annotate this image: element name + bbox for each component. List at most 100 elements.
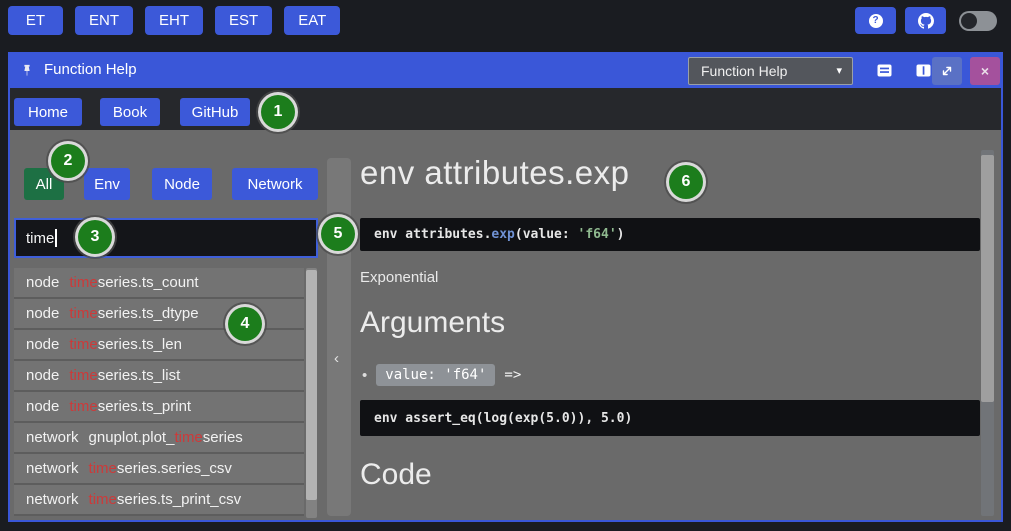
toggle-knob — [961, 13, 977, 29]
window-titlebar: Function Help Function Help ▾ × — [10, 54, 1001, 88]
annotation-circle-5: 5 — [321, 217, 355, 251]
search-value: time — [26, 230, 54, 247]
chevron-down-icon: ▾ — [836, 64, 842, 77]
help-topic-dropdown[interactable]: Function Help ▾ — [688, 57, 853, 85]
search-input[interactable]: time — [14, 218, 318, 258]
sig-part: ) — [617, 227, 625, 242]
match-highlight: time — [69, 398, 97, 415]
top-toolbar-right: ? — [855, 7, 997, 34]
sig-string: 'f64' — [578, 227, 617, 242]
top-toolbar: ET ENT EHT EST EAT — [8, 6, 340, 35]
result-row[interactable]: network timeseries.ts_print_csv — [14, 485, 304, 516]
annotation-circle-2: 2 — [51, 144, 85, 178]
window-shade-icon[interactable] — [877, 64, 892, 82]
example-code: env assert_eq(log(exp(5.0)), 5.0) — [374, 411, 632, 426]
argument-item: • value: 'f64' => — [362, 364, 521, 386]
detail-scrollbar-thumb[interactable] — [981, 155, 994, 402]
window-title: Function Help — [44, 61, 137, 78]
toolbar-button-eat[interactable]: EAT — [284, 6, 340, 35]
result-row[interactable]: network gnuplot.plot_timeseries — [14, 423, 304, 454]
text-caret — [55, 229, 57, 247]
result-prefix: node — [26, 367, 59, 384]
dropdown-value: Function Help — [701, 63, 787, 79]
result-prefix: network — [26, 491, 79, 508]
result-name: timeseries.ts_dtype — [69, 305, 198, 322]
sig-part: (value: — [515, 227, 578, 242]
annotation-number: 2 — [64, 152, 73, 170]
annotation-circle-3: 3 — [78, 220, 112, 254]
result-prefix: network — [26, 429, 79, 446]
code-heading: Code — [360, 458, 432, 492]
window-split-icon[interactable] — [916, 64, 931, 82]
result-prefix: node — [26, 336, 59, 353]
function-summary: Exponential — [360, 269, 438, 286]
match-highlight: time — [69, 274, 97, 291]
maximize-button[interactable] — [932, 57, 962, 85]
filter-env-button[interactable]: Env — [84, 168, 130, 200]
close-icon: × — [981, 63, 989, 79]
filter-network-button[interactable]: Network — [232, 168, 318, 200]
bullet-icon: • — [362, 367, 367, 384]
result-name: gnuplot.plot_timeseries — [89, 429, 243, 446]
collapse-chevron-icon: ‹ — [334, 350, 339, 367]
toolbar-button-est[interactable]: EST — [215, 6, 272, 35]
match-highlight: time — [89, 491, 117, 508]
arguments-heading: Arguments — [360, 306, 505, 340]
theme-toggle[interactable] — [959, 11, 997, 31]
result-prefix: node — [26, 398, 59, 415]
close-button[interactable]: × — [970, 57, 1000, 85]
result-prefix: node — [26, 305, 59, 322]
annotation-number: 4 — [241, 315, 250, 333]
maximize-icon — [940, 64, 954, 78]
result-name: timeseries.ts_print — [69, 398, 191, 415]
list-scrollbar[interactable] — [306, 268, 317, 518]
filter-node-button[interactable]: Node — [152, 168, 212, 200]
result-name: timeseries.ts_len — [69, 336, 182, 353]
argument-arrow: => — [504, 367, 521, 383]
example-code-block: env assert_eq(log(exp(5.0)), 5.0) — [360, 400, 980, 436]
github-button[interactable] — [905, 7, 946, 34]
nav-strip: Home Book GitHub — [10, 88, 1001, 130]
nav-book-button[interactable]: Book — [100, 98, 160, 126]
github-icon — [918, 13, 934, 29]
result-prefix: network — [26, 460, 79, 477]
toolbar-button-ent[interactable]: ENT — [75, 6, 133, 35]
result-name: timeseries.ts_print_csv — [89, 491, 242, 508]
help-icon: ? — [869, 14, 883, 28]
window-content: All Env Node Network time nodetimeseries… — [10, 130, 1001, 520]
annotation-circle-1: 1 — [261, 95, 295, 129]
signature-code-block: env attributes.exp(value: 'f64') — [360, 218, 980, 251]
result-prefix: node — [26, 274, 59, 291]
match-highlight: time — [69, 305, 97, 322]
pin-icon — [20, 64, 34, 83]
match-highlight: time — [69, 336, 97, 353]
annotation-number: 1 — [274, 103, 283, 121]
sig-part: env attributes. — [374, 227, 491, 242]
annotation-circle-4: 4 — [228, 307, 262, 341]
result-row[interactable]: node timeseries.ts_len — [14, 330, 304, 361]
screen: ET ENT EHT EST EAT ? Function Help Funct… — [0, 0, 1011, 531]
function-help-window: Function Help Function Help ▾ × Home Boo… — [8, 52, 1003, 522]
match-highlight: time — [174, 429, 202, 446]
result-name: timeseries.ts_count — [69, 274, 198, 291]
annotation-number: 6 — [682, 173, 691, 191]
match-highlight: time — [69, 367, 97, 384]
nav-github-button[interactable]: GitHub — [180, 98, 250, 126]
list-scrollbar-thumb[interactable] — [306, 270, 317, 500]
result-row[interactable]: node timeseries.ts_print — [14, 392, 304, 423]
detail-title: env attributes.exp — [360, 154, 630, 192]
toolbar-button-eht[interactable]: EHT — [145, 6, 203, 35]
result-name: timeseries.series_csv — [89, 460, 232, 477]
panel-divider[interactable]: ‹ — [327, 158, 351, 516]
result-row[interactable]: node timeseries.ts_list — [14, 361, 304, 392]
result-row[interactable]: network timeseries.series_csv — [14, 454, 304, 485]
result-row[interactable]: node timeseries.ts_count — [14, 268, 304, 299]
result-name: timeseries.ts_list — [69, 367, 180, 384]
nav-home-button[interactable]: Home — [14, 98, 82, 126]
annotation-number: 3 — [91, 228, 100, 246]
toolbar-button-et[interactable]: ET — [8, 6, 63, 35]
sig-function: exp — [491, 227, 514, 242]
detail-scrollbar[interactable] — [981, 150, 994, 516]
match-highlight: time — [89, 460, 117, 477]
help-button[interactable]: ? — [855, 7, 896, 34]
